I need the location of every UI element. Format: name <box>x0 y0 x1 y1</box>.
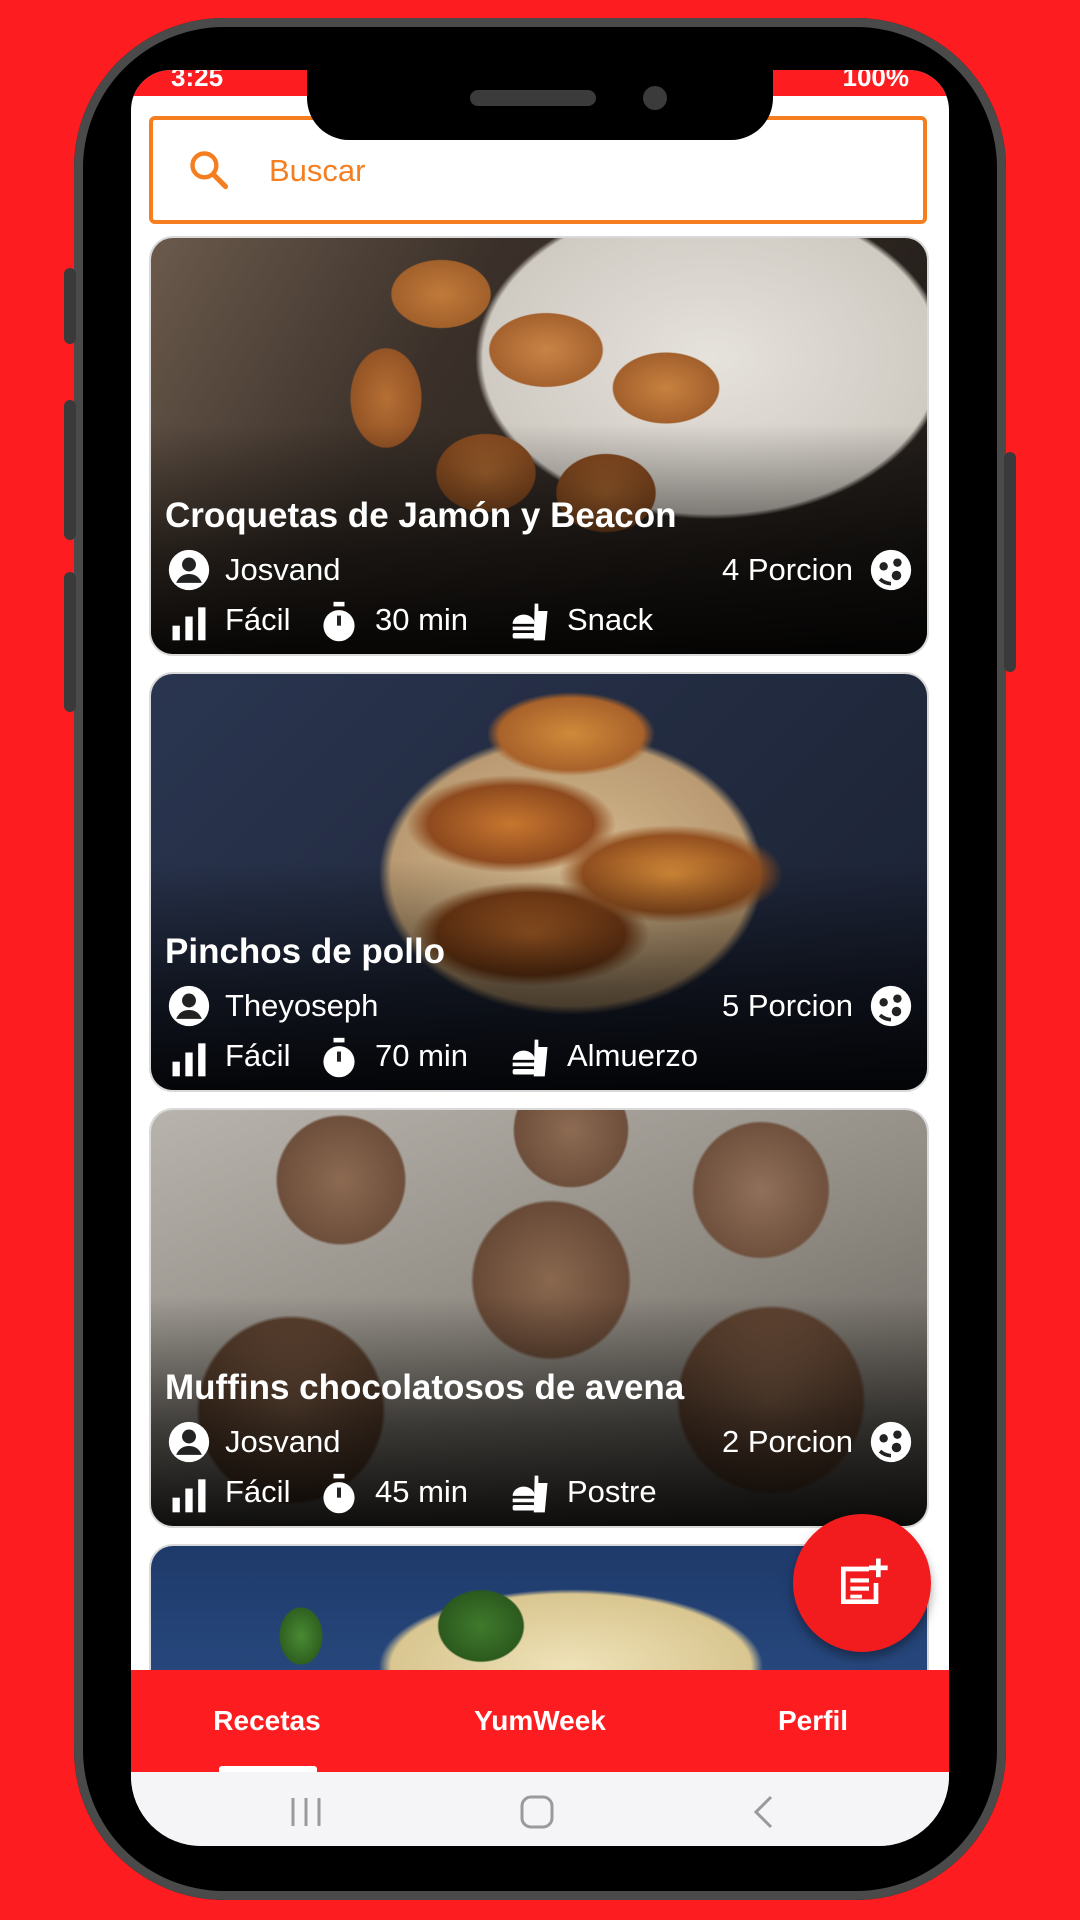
recipe-time: 30 min <box>375 602 469 637</box>
recipe-meta-row: Theyoseph 5 Porcion <box>167 984 913 1030</box>
recipe-portions: 2 Porcion <box>722 1424 853 1459</box>
recipe-author: Josvand <box>225 552 341 587</box>
recipe-meta-row: Josvand 4 Porcion <box>167 548 913 594</box>
recipe-category: Postre <box>567 1474 657 1509</box>
meal-category-icon <box>512 603 548 641</box>
meal-category-icon <box>512 1039 548 1077</box>
recipe-title: Muffins chocolatosos de avena <box>165 1368 685 1407</box>
recipe-info-row: Fácil 70 min Almuerzo <box>167 1034 913 1082</box>
recipe-card[interactable]: Pinchos de pollo Theyoseph 5 Porcion Fác… <box>149 672 929 1092</box>
battery-level: 100% <box>842 70 910 92</box>
tab-label: Perfil <box>777 1705 849 1736</box>
timer-icon <box>323 1037 355 1078</box>
recipe-meta-row: Josvand 2 Porcion <box>167 1420 913 1466</box>
recipe-time: 70 min <box>375 1038 469 1073</box>
recipe-portions: 4 Porcion <box>722 552 853 587</box>
recipe-card[interactable]: Croquetas de Jamón y Beacon Josvand 4 Po… <box>149 236 929 656</box>
tab-label: YumWeek <box>474 1705 606 1736</box>
speaker <box>470 90 596 106</box>
recipe-difficulty: Fácil <box>225 1038 291 1073</box>
portion-icon <box>870 1421 912 1463</box>
add-recipe-icon <box>841 1558 888 1604</box>
person-icon <box>168 1421 210 1463</box>
recipe-portions: 5 Porcion <box>722 988 853 1023</box>
phone-side-button <box>64 400 76 540</box>
tab-label: Recetas <box>213 1705 321 1736</box>
tab-perfil[interactable]: Perfil <box>677 1670 949 1772</box>
timer-icon <box>323 1473 355 1514</box>
back-icon[interactable] <box>751 1794 775 1830</box>
recipe-info-row: Fácil 45 min Postre <box>167 1470 913 1518</box>
add-recipe-button[interactable] <box>793 1514 931 1652</box>
app-screen: 3:25 100% Croquetas de Jamón y Beacon Jo… <box>131 70 949 1846</box>
tab-yumweek[interactable]: YumWeek <box>404 1670 676 1772</box>
difficulty-bars-icon <box>172 1043 206 1077</box>
recipe-info-row: Fácil 30 min Snack <box>167 598 913 646</box>
tab-recetas[interactable]: Recetas <box>131 1670 403 1772</box>
phone-side-button <box>1004 452 1016 672</box>
phone-side-button <box>64 572 76 712</box>
recipe-time: 45 min <box>375 1474 469 1509</box>
status-time: 3:25 <box>171 70 224 92</box>
recipe-category: Almuerzo <box>567 1038 698 1073</box>
difficulty-bars-icon <box>172 607 206 641</box>
recipe-author: Theyoseph <box>225 988 379 1023</box>
timer-icon <box>323 601 355 642</box>
portion-icon <box>870 549 912 591</box>
front-camera <box>643 86 667 110</box>
recipe-category: Snack <box>567 602 654 637</box>
portion-icon <box>870 985 912 1027</box>
recipe-author: Josvand <box>225 1424 341 1459</box>
person-icon <box>168 549 210 591</box>
system-navigation-bar <box>131 1772 949 1846</box>
home-icon[interactable] <box>519 1794 555 1830</box>
bottom-navigation: Recetas YumWeek Perfil <box>131 1670 949 1772</box>
recipe-difficulty: Fácil <box>225 602 291 637</box>
meal-category-icon <box>512 1475 548 1513</box>
recipe-title: Croquetas de Jamón y Beacon <box>165 496 677 535</box>
phone-side-button <box>64 268 76 344</box>
phone-notch <box>307 70 773 140</box>
search-icon <box>190 151 229 190</box>
recent-apps-icon[interactable] <box>289 1796 323 1828</box>
person-icon <box>168 985 210 1027</box>
recipe-title: Pinchos de pollo <box>165 932 446 971</box>
difficulty-bars-icon <box>172 1479 206 1513</box>
search-input[interactable] <box>267 142 871 200</box>
recipe-difficulty: Fácil <box>225 1474 291 1509</box>
recipe-card[interactable]: Muffins chocolatosos de avena Josvand 2 … <box>149 1108 929 1528</box>
